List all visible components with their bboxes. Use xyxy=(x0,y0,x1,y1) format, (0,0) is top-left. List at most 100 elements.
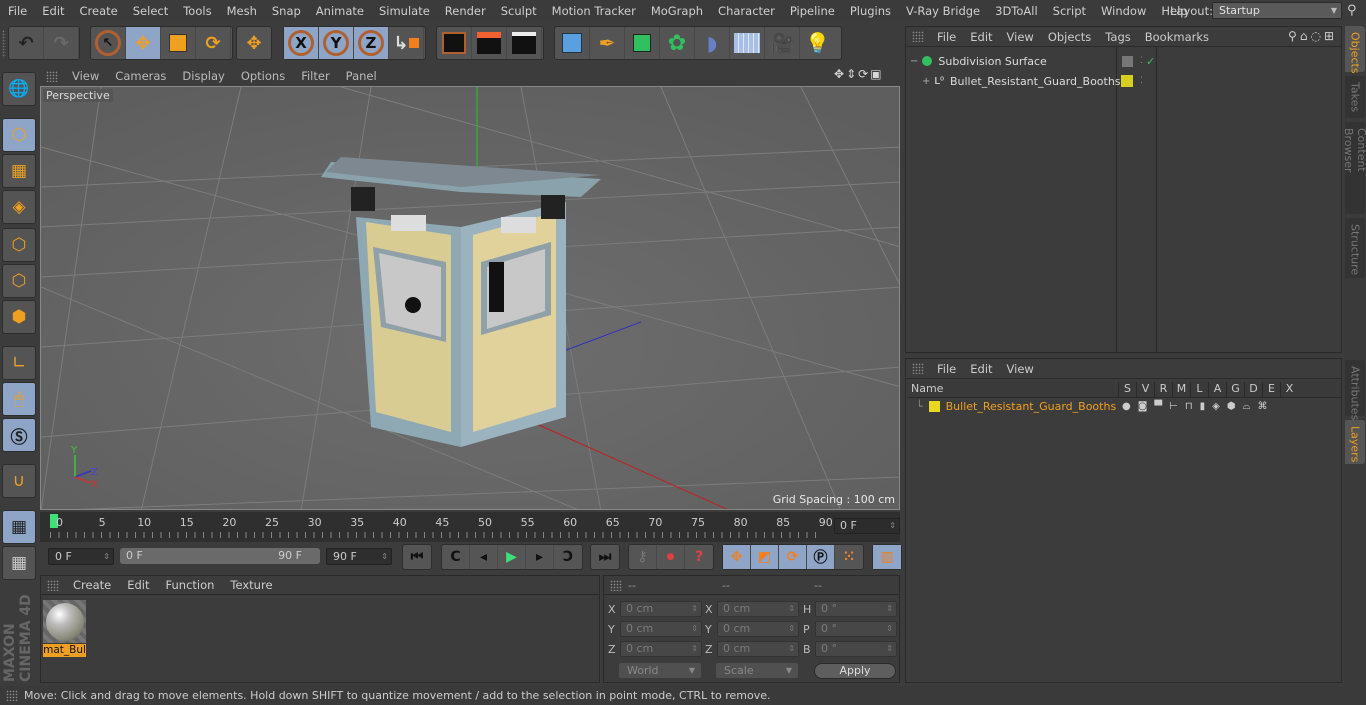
menu-animate[interactable]: Animate xyxy=(308,4,371,18)
layer-column-d[interactable]: D xyxy=(1244,382,1262,397)
menu-tools[interactable]: Tools xyxy=(175,4,218,18)
menu-pipeline[interactable]: Pipeline xyxy=(782,4,842,18)
menu-window[interactable]: Window xyxy=(1093,4,1153,18)
material-menu-texture[interactable]: Texture xyxy=(222,578,280,592)
material-menu-edit[interactable]: Edit xyxy=(119,578,157,592)
menu-motion-tracker[interactable]: Motion Tracker xyxy=(544,4,643,18)
viewport-menu-filter[interactable]: Filter xyxy=(293,69,337,83)
position-key-icon[interactable]: ✥ xyxy=(723,545,751,569)
menu-v-ray-bridge[interactable]: V-Ray Bridge xyxy=(898,4,987,18)
points-mode-icon[interactable]: ⬡ xyxy=(2,228,36,262)
menu-create[interactable]: Create xyxy=(72,4,125,18)
cube-icon[interactable] xyxy=(555,27,590,59)
layer-menu-file[interactable]: File xyxy=(930,362,963,376)
layer-flag-icons[interactable]: ●◙▀⊢⊓▮◈⬢⌓⌘ xyxy=(1122,401,1274,412)
rotation-key-icon[interactable]: ⟳ xyxy=(779,545,807,569)
viewport-menu-view[interactable]: View xyxy=(64,69,107,83)
menu-file[interactable]: File xyxy=(0,4,34,18)
object-menu-tags[interactable]: Tags xyxy=(1098,30,1137,44)
panel-grip[interactable] xyxy=(6,690,18,701)
menu-mograph[interactable]: MoGraph xyxy=(643,4,710,18)
size-field[interactable]: 0 cm ⇕ xyxy=(717,621,799,637)
visibility-dots-icon[interactable]: ⁚ xyxy=(1140,56,1143,66)
z-axis-icon[interactable]: Z xyxy=(354,27,389,59)
parameter-key-icon[interactable]: Ⓟ xyxy=(807,545,835,569)
3d-viewport[interactable]: Y Z X Perspective Grid Spacing : 100 cm xyxy=(40,86,900,510)
render-settings-icon[interactable] xyxy=(507,27,542,59)
viewport-menu-panel[interactable]: Panel xyxy=(338,69,385,83)
panel-grip[interactable] xyxy=(47,579,59,591)
menu-mesh[interactable]: Mesh xyxy=(219,4,264,18)
viewport-menu-options[interactable]: Options xyxy=(233,69,293,83)
next-key-icon[interactable]: Ↄ xyxy=(554,545,582,569)
object-menu-edit[interactable]: Edit xyxy=(963,30,999,44)
toolbar-grip[interactable] xyxy=(2,30,6,58)
object-menu-file[interactable]: File xyxy=(930,30,963,44)
eye-icon[interactable]: ◌ xyxy=(1310,29,1323,43)
solo-icon[interactable]: Ⓢ xyxy=(2,418,36,452)
editor-visibility-icon[interactable] xyxy=(1122,55,1133,67)
tab-content-browser[interactable]: Content Browser xyxy=(1342,122,1366,214)
make-editable-icon[interactable]: 🌐 xyxy=(2,72,36,106)
camera-icon[interactable]: 🎥 xyxy=(765,27,800,59)
size-field[interactable]: 0 cm ⇕ xyxy=(717,641,799,657)
y-axis-icon[interactable]: Y xyxy=(319,27,354,59)
scale-key-icon[interactable]: ◩ xyxy=(751,545,779,569)
tab-structure[interactable]: Structure xyxy=(1345,218,1365,278)
cloner-icon[interactable]: ✿ xyxy=(660,27,695,59)
layer-color-swatch[interactable] xyxy=(928,400,940,412)
timeline-icon[interactable]: ▥ xyxy=(873,545,901,569)
menu-3dtoall[interactable]: 3DToAll xyxy=(987,4,1045,18)
viewport-menu-cameras[interactable]: Cameras xyxy=(107,69,174,83)
frame-range-slider[interactable]: 0 F 90 F xyxy=(120,548,320,564)
tweak-mode-icon[interactable]: 🖱 xyxy=(2,382,36,416)
floor-icon[interactable] xyxy=(730,27,765,59)
next-frame-icon[interactable]: ▸ xyxy=(526,545,554,569)
model-mode-icon[interactable]: ⬡ xyxy=(2,118,36,152)
object-menu-view[interactable]: View xyxy=(1000,30,1041,44)
workplane-lock-icon[interactable]: ▦ xyxy=(2,510,36,544)
go-to-start-icon[interactable]: ⏮ xyxy=(403,545,431,569)
rotate-view-icon[interactable]: ⟳ xyxy=(858,67,870,81)
layer-column-v[interactable]: V xyxy=(1136,382,1154,397)
position-field[interactable]: 0 cm ⇕ xyxy=(620,641,702,657)
coordinate-mode-select[interactable]: World ▼ xyxy=(619,663,701,678)
new-window-icon[interactable]: ⊞ xyxy=(1324,29,1337,43)
search-icon[interactable]: ⚲ xyxy=(1347,3,1357,18)
current-frame-field[interactable]: 0 F ⇕ xyxy=(834,518,900,534)
layer-color-swatch[interactable] xyxy=(1121,75,1133,87)
light-icon[interactable]: 💡 xyxy=(800,27,835,59)
dolly-icon[interactable]: ⇕ xyxy=(846,67,858,81)
menu-render[interactable]: Render xyxy=(437,4,493,18)
search-icon[interactable]: ⚲ xyxy=(1288,29,1300,43)
start-frame-field[interactable]: 0 F ⇕ xyxy=(48,548,114,565)
axis-mode-icon[interactable]: ∟ xyxy=(2,346,36,380)
tab-objects[interactable]: Objects xyxy=(1345,26,1365,74)
keyframe-selection-icon[interactable]: ? xyxy=(685,545,713,569)
layer-column-l[interactable]: L xyxy=(1190,382,1208,397)
point-level-icon[interactable]: ⁙ xyxy=(835,545,863,569)
move-icon[interactable]: ✥ xyxy=(126,27,161,59)
panel-grip[interactable] xyxy=(46,70,58,82)
object-row[interactable]: + L⁰ Bullet_Resistant_Guard_Booths ⁚ xyxy=(906,71,1341,91)
menu-script[interactable]: Script xyxy=(1045,4,1093,18)
viewport-menu-display[interactable]: Display xyxy=(174,69,232,83)
maximize-view-icon[interactable]: ▣ xyxy=(870,67,883,81)
menu-sculpt[interactable]: Sculpt xyxy=(493,4,544,18)
menu-plugins[interactable]: Plugins xyxy=(842,4,898,18)
previous-key-icon[interactable]: C xyxy=(442,545,470,569)
position-field[interactable]: 0 cm ⇕ xyxy=(620,601,702,617)
layer-menu-edit[interactable]: Edit xyxy=(963,362,999,376)
timeline-ruler[interactable]: 0 5 10 15 20 25 30 35 40 45 50 55 60 65 70 75 80 85 90 xyxy=(40,512,900,542)
last-tool-icon[interactable]: ✥ xyxy=(237,27,271,59)
layer-column-g[interactable]: G xyxy=(1226,382,1244,397)
enabled-check-icon[interactable]: ✓ xyxy=(1146,55,1155,68)
previous-frame-icon[interactable]: ◂ xyxy=(470,545,498,569)
object-name[interactable]: Bullet_Resistant_Guard_Booths xyxy=(950,75,1121,88)
object-menu-bookmarks[interactable]: Bookmarks xyxy=(1138,30,1216,44)
tab-attributes[interactable]: Attributes xyxy=(1345,360,1365,420)
home-icon[interactable]: ⌂ xyxy=(1300,29,1311,43)
rotation-field[interactable]: 0 ° ⇕ xyxy=(815,601,897,617)
move-view-icon[interactable]: ✥ xyxy=(834,67,846,81)
layer-column-m[interactable]: M xyxy=(1172,382,1190,397)
